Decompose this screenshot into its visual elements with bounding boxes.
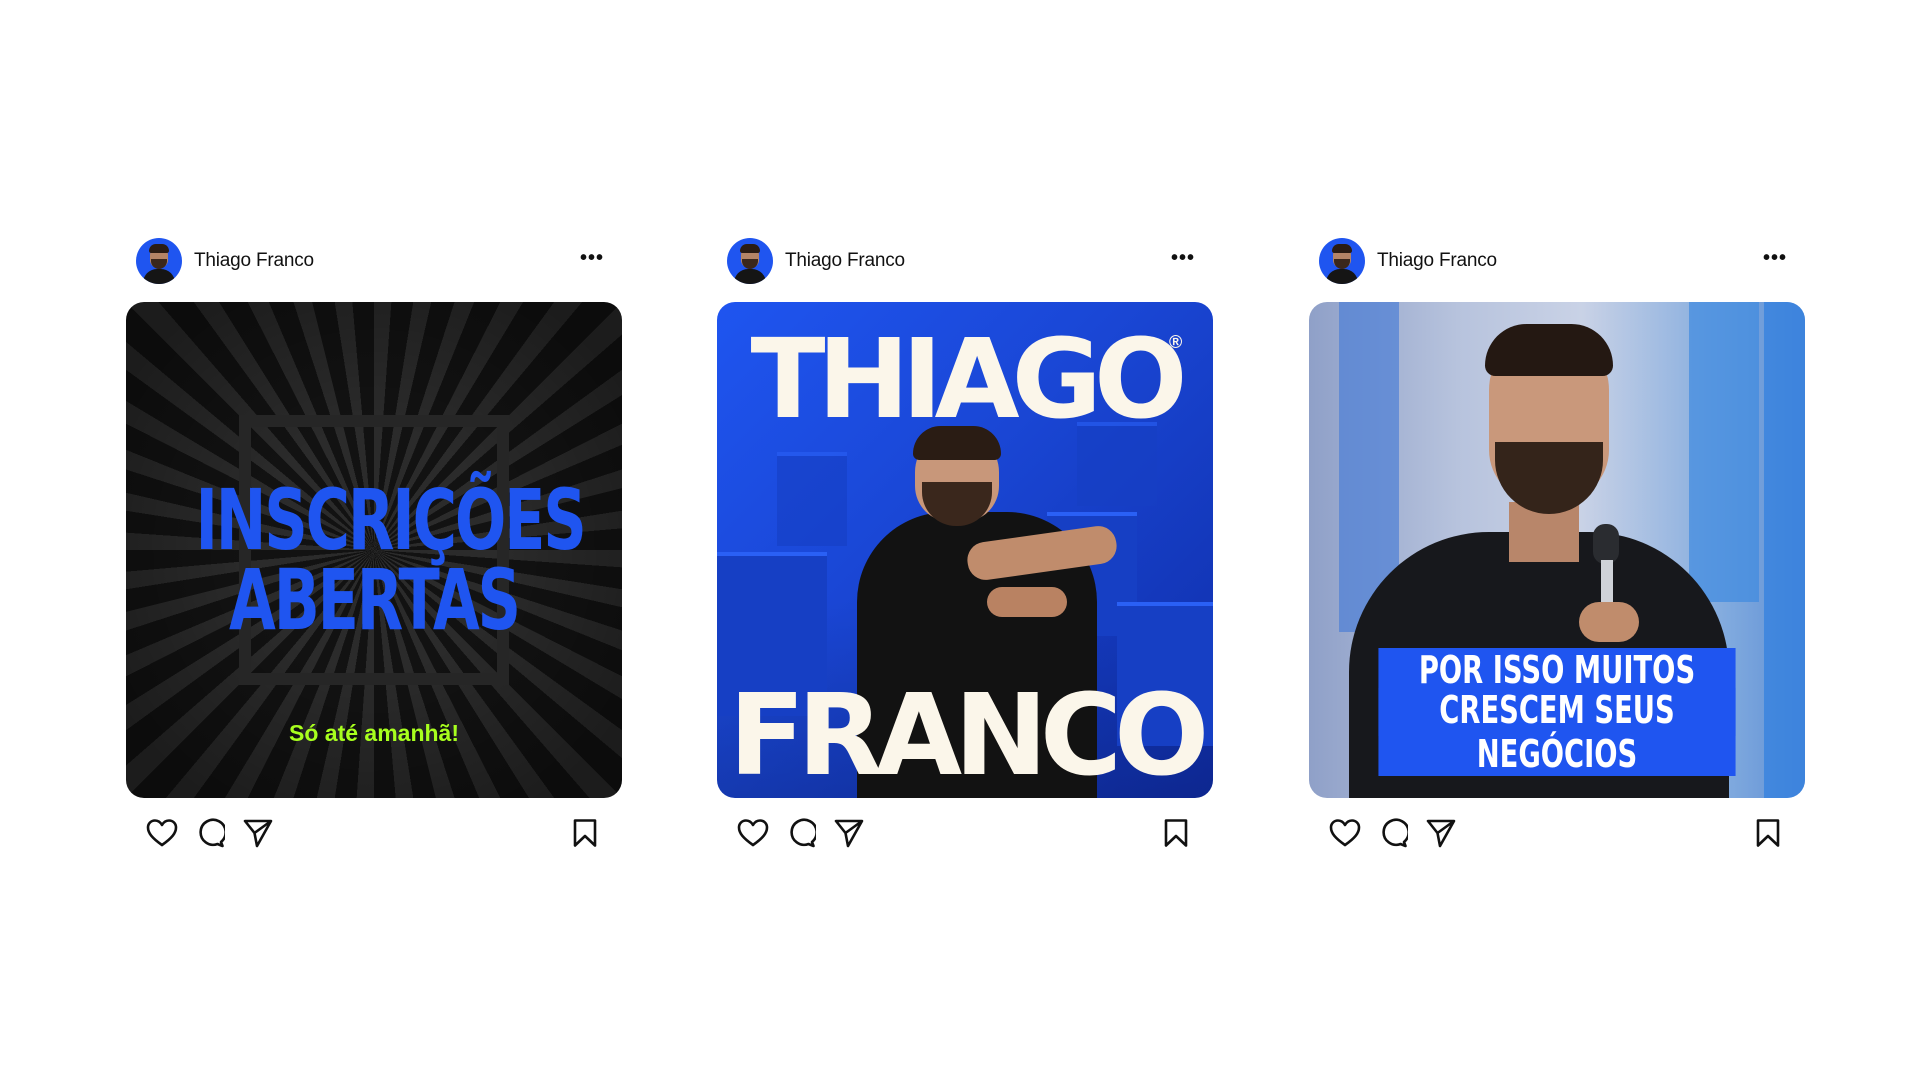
title-bottom: FRANCO — [728, 671, 1210, 798]
post-2: Thiago Franco ••• THIAGO ® FRANCO — [717, 236, 1213, 862]
avatar[interactable] — [1319, 238, 1365, 284]
post-1: Thiago Franco ••• INSCRIÇÕES ABERTAS Só … — [126, 236, 622, 862]
comment-icon[interactable] — [1378, 818, 1408, 848]
more-icon[interactable]: ••• — [1171, 248, 1195, 268]
post-image[interactable]: POR ISSO MUITOS NÃO CRESCEM SEUS NEGÓCIO… — [1309, 302, 1805, 798]
post-3: Thiago Franco ••• POR ISSO MUITOS NÃO CR… — [1309, 236, 1805, 862]
post-header: Thiago Franco ••• — [126, 236, 622, 286]
action-bar — [126, 798, 622, 862]
comment-icon[interactable] — [195, 818, 225, 848]
post-image[interactable]: INSCRIÇÕES ABERTAS Só até amanhã! — [126, 302, 622, 798]
share-icon[interactable] — [1425, 818, 1457, 848]
heart-icon[interactable] — [146, 818, 178, 848]
more-icon[interactable]: ••• — [580, 248, 604, 268]
action-bar — [717, 798, 1213, 862]
heart-icon[interactable] — [737, 818, 769, 848]
bookmark-icon[interactable] — [1755, 818, 1781, 848]
comment-icon[interactable] — [786, 818, 816, 848]
post-header: Thiago Franco ••• — [717, 236, 1213, 286]
tagline: Só até amanhã! — [289, 720, 459, 746]
headline-line-2: ABERTAS — [229, 551, 521, 649]
username[interactable]: Thiago Franco — [1377, 250, 1497, 272]
share-icon[interactable] — [833, 818, 865, 848]
caption-line-2-wrap: CRESCEM SEUS NEGÓCIOS — [1309, 688, 1805, 776]
post-header: Thiago Franco ••• — [1309, 236, 1805, 286]
avatar[interactable] — [136, 238, 182, 284]
username[interactable]: Thiago Franco — [194, 250, 314, 272]
username[interactable]: Thiago Franco — [785, 250, 905, 272]
heart-icon[interactable] — [1329, 818, 1361, 848]
post-image[interactable]: THIAGO ® FRANCO — [717, 302, 1213, 798]
bookmark-icon[interactable] — [1163, 818, 1189, 848]
headline-line-1: INSCRIÇÕES — [195, 471, 586, 569]
avatar[interactable] — [727, 238, 773, 284]
action-bar — [1309, 798, 1805, 862]
caption-line-2: CRESCEM SEUS NEGÓCIOS — [1378, 688, 1736, 776]
more-icon[interactable]: ••• — [1763, 248, 1787, 268]
share-icon[interactable] — [242, 818, 274, 848]
bookmark-icon[interactable] — [572, 818, 598, 848]
